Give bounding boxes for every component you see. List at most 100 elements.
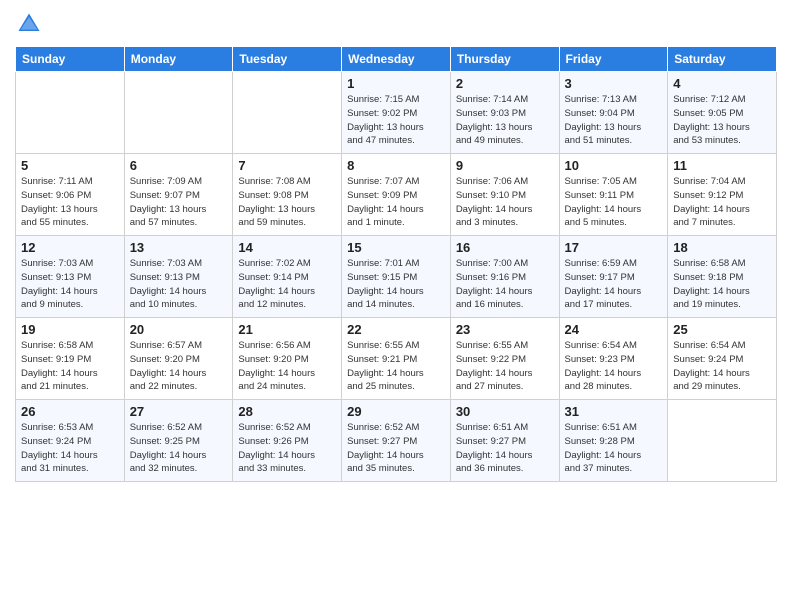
calendar-cell: 12 Sunrise: 7:03 AM Sunset: 9:13 PM Dayli… (16, 236, 125, 318)
weekday-header-friday: Friday (559, 47, 668, 72)
day-info: Sunrise: 6:52 AM Sunset: 9:26 PM Dayligh… (238, 421, 336, 476)
calendar-cell: 22 Sunrise: 6:55 AM Sunset: 9:21 PM Dayli… (342, 318, 451, 400)
calendar-table: SundayMondayTuesdayWednesdayThursdayFrid… (15, 46, 777, 482)
calendar-week-row: 5Sunrise: 7:11 AM Sunset: 9:06 PM Daylig… (16, 154, 777, 236)
calendar-cell (16, 72, 125, 154)
calendar-cell (233, 72, 342, 154)
logo (15, 10, 47, 38)
calendar-cell: 30 Sunrise: 6:51 AM Sunset: 9:27 PM Dayli… (450, 400, 559, 482)
day-info: Sunrise: 6:51 AM Sunset: 9:27 PM Dayligh… (456, 421, 554, 476)
day-number: 5 (21, 158, 119, 173)
weekday-header-sunday: Sunday (16, 47, 125, 72)
calendar-week-row: 12 Sunrise: 7:03 AM Sunset: 9:13 PM Dayli… (16, 236, 777, 318)
calendar-cell: 1 Sunrise: 7:15 AM Sunset: 9:02 PM Daylig… (342, 72, 451, 154)
day-number: 2 (456, 76, 554, 91)
calendar-cell: 18 Sunrise: 6:58 AM Sunset: 9:18 PM Dayli… (668, 236, 777, 318)
day-info: Sunrise: 6:51 AM Sunset: 9:28 PM Dayligh… (565, 421, 663, 476)
calendar-cell: 28 Sunrise: 6:52 AM Sunset: 9:26 PM Dayli… (233, 400, 342, 482)
calendar-cell: 7 Sunrise: 7:08 AM Sunset: 9:08 PM Daylig… (233, 154, 342, 236)
day-info: Sunrise: 7:08 AM Sunset: 9:08 PM Dayligh… (238, 175, 336, 230)
day-number: 1 (347, 76, 445, 91)
day-number: 15 (347, 240, 445, 255)
day-info: Sunrise: 6:57 AM Sunset: 9:20 PM Dayligh… (130, 339, 228, 394)
day-info: Sunrise: 7:07 AM Sunset: 9:09 PM Dayligh… (347, 175, 445, 230)
day-info: Sunrise: 6:55 AM Sunset: 9:21 PM Dayligh… (347, 339, 445, 394)
day-number: 19 (21, 322, 119, 337)
calendar-cell (668, 400, 777, 482)
calendar-week-row: 1 Sunrise: 7:15 AM Sunset: 9:02 PM Daylig… (16, 72, 777, 154)
day-info: Sunrise: 7:09 AM Sunset: 9:07 PM Dayligh… (130, 175, 228, 230)
calendar-cell: 29Sunrise: 6:52 AM Sunset: 9:27 PM Dayli… (342, 400, 451, 482)
day-number: 20 (130, 322, 228, 337)
day-number: 27 (130, 404, 228, 419)
day-info: Sunrise: 7:05 AM Sunset: 9:11 PM Dayligh… (565, 175, 663, 230)
day-info: Sunrise: 6:56 AM Sunset: 9:20 PM Dayligh… (238, 339, 336, 394)
day-number: 14 (238, 240, 336, 255)
day-info: Sunrise: 6:54 AM Sunset: 9:24 PM Dayligh… (673, 339, 771, 394)
calendar-cell: 27 Sunrise: 6:52 AM Sunset: 9:25 PM Dayli… (124, 400, 233, 482)
day-info: Sunrise: 7:02 AM Sunset: 9:14 PM Dayligh… (238, 257, 336, 312)
day-info: Sunrise: 6:58 AM Sunset: 9:19 PM Dayligh… (21, 339, 119, 394)
calendar-cell: 23 Sunrise: 6:55 AM Sunset: 9:22 PM Dayli… (450, 318, 559, 400)
calendar-week-row: 26Sunrise: 6:53 AM Sunset: 9:24 PM Dayli… (16, 400, 777, 482)
day-info: Sunrise: 6:52 AM Sunset: 9:25 PM Dayligh… (130, 421, 228, 476)
day-number: 12 (21, 240, 119, 255)
weekday-header-tuesday: Tuesday (233, 47, 342, 72)
day-number: 24 (565, 322, 663, 337)
calendar-cell: 20 Sunrise: 6:57 AM Sunset: 9:20 PM Dayli… (124, 318, 233, 400)
logo-icon (15, 10, 43, 38)
calendar-week-row: 19 Sunrise: 6:58 AM Sunset: 9:19 PM Dayli… (16, 318, 777, 400)
calendar-cell (124, 72, 233, 154)
calendar-cell: 25 Sunrise: 6:54 AM Sunset: 9:24 PM Dayli… (668, 318, 777, 400)
day-number: 22 (347, 322, 445, 337)
day-info: Sunrise: 7:00 AM Sunset: 9:16 PM Dayligh… (456, 257, 554, 312)
day-number: 9 (456, 158, 554, 173)
day-info: Sunrise: 7:14 AM Sunset: 9:03 PM Dayligh… (456, 93, 554, 148)
calendar-cell: 4 Sunrise: 7:12 AM Sunset: 9:05 PM Daylig… (668, 72, 777, 154)
day-info: Sunrise: 7:04 AM Sunset: 9:12 PM Dayligh… (673, 175, 771, 230)
day-info: Sunrise: 7:01 AM Sunset: 9:15 PM Dayligh… (347, 257, 445, 312)
weekday-header-saturday: Saturday (668, 47, 777, 72)
day-number: 23 (456, 322, 554, 337)
day-info: Sunrise: 6:58 AM Sunset: 9:18 PM Dayligh… (673, 257, 771, 312)
calendar-cell: 15 Sunrise: 7:01 AM Sunset: 9:15 PM Dayli… (342, 236, 451, 318)
day-number: 31 (565, 404, 663, 419)
day-number: 11 (673, 158, 771, 173)
header (15, 10, 777, 38)
weekday-header-thursday: Thursday (450, 47, 559, 72)
day-number: 30 (456, 404, 554, 419)
day-number: 26 (21, 404, 119, 419)
day-number: 28 (238, 404, 336, 419)
calendar-cell: 13 Sunrise: 7:03 AM Sunset: 9:13 PM Dayli… (124, 236, 233, 318)
calendar-cell: 3Sunrise: 7:13 AM Sunset: 9:04 PM Daylig… (559, 72, 668, 154)
day-info: Sunrise: 7:03 AM Sunset: 9:13 PM Dayligh… (21, 257, 119, 312)
day-number: 18 (673, 240, 771, 255)
calendar-cell: 26Sunrise: 6:53 AM Sunset: 9:24 PM Dayli… (16, 400, 125, 482)
calendar-cell: 6 Sunrise: 7:09 AM Sunset: 9:07 PM Daylig… (124, 154, 233, 236)
day-info: Sunrise: 7:12 AM Sunset: 9:05 PM Dayligh… (673, 93, 771, 148)
day-info: Sunrise: 6:59 AM Sunset: 9:17 PM Dayligh… (565, 257, 663, 312)
day-info: Sunrise: 6:55 AM Sunset: 9:22 PM Dayligh… (456, 339, 554, 394)
day-info: Sunrise: 7:15 AM Sunset: 9:02 PM Dayligh… (347, 93, 445, 148)
day-info: Sunrise: 7:13 AM Sunset: 9:04 PM Dayligh… (565, 93, 663, 148)
calendar-cell: 11 Sunrise: 7:04 AM Sunset: 9:12 PM Dayli… (668, 154, 777, 236)
day-info: Sunrise: 6:54 AM Sunset: 9:23 PM Dayligh… (565, 339, 663, 394)
day-number: 13 (130, 240, 228, 255)
day-info: Sunrise: 7:06 AM Sunset: 9:10 PM Dayligh… (456, 175, 554, 230)
day-number: 25 (673, 322, 771, 337)
calendar-cell: 5Sunrise: 7:11 AM Sunset: 9:06 PM Daylig… (16, 154, 125, 236)
calendar-cell: 8Sunrise: 7:07 AM Sunset: 9:09 PM Daylig… (342, 154, 451, 236)
day-number: 10 (565, 158, 663, 173)
day-info: Sunrise: 7:03 AM Sunset: 9:13 PM Dayligh… (130, 257, 228, 312)
weekday-header-wednesday: Wednesday (342, 47, 451, 72)
day-number: 7 (238, 158, 336, 173)
day-number: 4 (673, 76, 771, 91)
weekday-header-monday: Monday (124, 47, 233, 72)
calendar-cell: 21Sunrise: 6:56 AM Sunset: 9:20 PM Dayli… (233, 318, 342, 400)
day-number: 6 (130, 158, 228, 173)
calendar-cell: 14 Sunrise: 7:02 AM Sunset: 9:14 PM Dayli… (233, 236, 342, 318)
calendar-cell: 10 Sunrise: 7:05 AM Sunset: 9:11 PM Dayli… (559, 154, 668, 236)
calendar-cell: 24 Sunrise: 6:54 AM Sunset: 9:23 PM Dayli… (559, 318, 668, 400)
day-number: 16 (456, 240, 554, 255)
calendar-cell: 9 Sunrise: 7:06 AM Sunset: 9:10 PM Daylig… (450, 154, 559, 236)
